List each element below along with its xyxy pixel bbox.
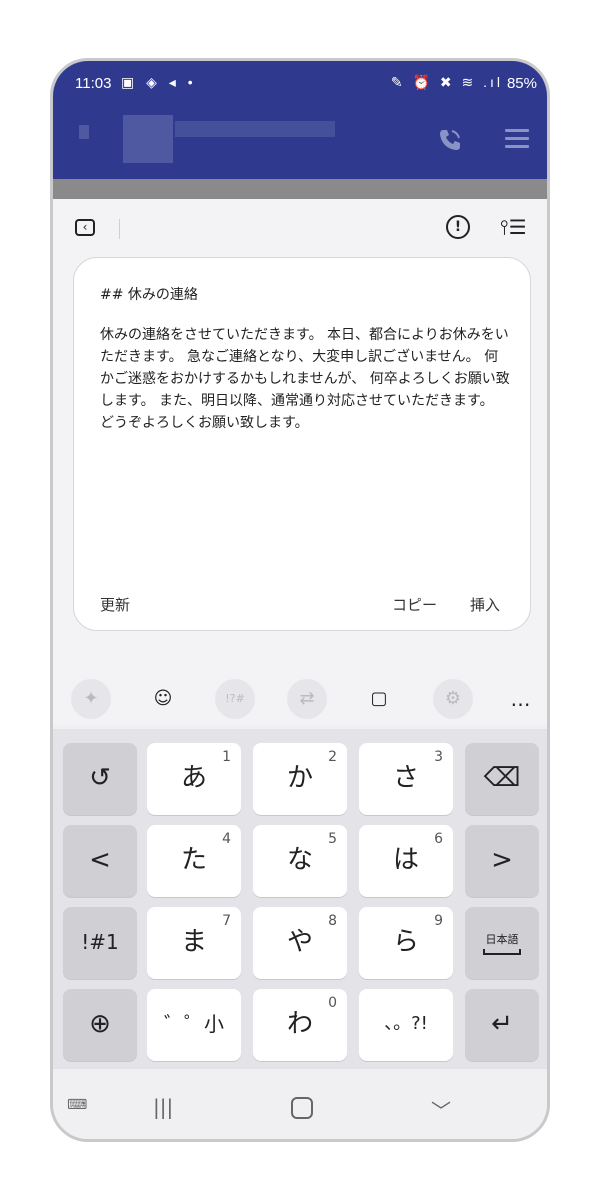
redacted-name <box>175 121 335 137</box>
redacted-name <box>123 115 173 163</box>
more-icon[interactable]: … <box>501 679 541 719</box>
key-ha[interactable]: は6 <box>359 825 453 897</box>
insert-button[interactable]: 挿入 <box>470 594 500 615</box>
keyboard-toolbar: ✦ ☺ !?# ⇄ ▢ ⚙ … <box>53 673 547 725</box>
symbol-panel-icon[interactable]: !?# <box>215 679 255 719</box>
backspace-icon: ⌫ <box>483 763 521 793</box>
key-wa[interactable]: わ0 <box>253 989 347 1061</box>
divider-strip <box>53 179 547 199</box>
symbol-key[interactable]: !#1 <box>63 907 137 979</box>
sort-icon[interactable]: ⫯☰ <box>500 215 527 239</box>
status-bar: 11:03 ▣ ◈ ◂ • ✎ ⏰ ✖ ≋ .ıl 85% <box>53 61 547 107</box>
key-na[interactable]: な5 <box>253 825 347 897</box>
recents-icon[interactable]: ||| <box>153 1095 173 1119</box>
emoji-icon[interactable]: ☺ <box>143 679 183 719</box>
menu-icon[interactable] <box>505 129 529 149</box>
back-chevron-icon[interactable]: ﹀ <box>431 1095 451 1124</box>
key-ta[interactable]: た4 <box>147 825 241 897</box>
undo-icon: ↺ <box>89 763 111 793</box>
phone-screen: 11:03 ▣ ◈ ◂ • ✎ ⏰ ✖ ≋ .ıl 85% ‹ ! ⫯☰ ## … <box>50 58 550 1142</box>
generated-text-card: ## 休みの連絡 休みの連絡をさせていただきます。 本日、都合によりお休みをいた… <box>73 257 531 631</box>
undo-key[interactable]: ↺ <box>63 743 137 815</box>
keyboard: ↺ あ1 か2 さ3 ⌫ < た4 な5 は6 > !#1 ま7 や8 ら9 日… <box>53 729 547 1069</box>
home-icon[interactable] <box>291 1097 313 1119</box>
globe-key[interactable]: ⊕ <box>63 989 137 1061</box>
enter-icon: ↵ <box>491 1009 513 1039</box>
key-ya[interactable]: や8 <box>253 907 347 979</box>
language-space-key[interactable]: 日本語 <box>465 907 539 979</box>
key-sa[interactable]: さ3 <box>359 743 453 815</box>
backspace-key[interactable]: ⌫ <box>465 743 539 815</box>
card-body: 休みの連絡をさせていただきます。 本日、都合によりお休みをいただきます。 急なご… <box>100 327 510 431</box>
translate-icon[interactable]: ⇄ <box>287 679 327 719</box>
enter-key[interactable]: ↵ <box>465 989 539 1061</box>
copy-button[interactable]: コピー <box>392 594 437 615</box>
globe-icon: ⊕ <box>89 1009 111 1039</box>
battery-level: 85% <box>506 75 537 92</box>
settings-icon[interactable]: ⚙ <box>433 679 473 719</box>
back-icon[interactable]: ‹ <box>75 219 95 236</box>
toolbar-divider <box>119 219 120 239</box>
key-ma[interactable]: ま7 <box>147 907 241 979</box>
notification-icons: ▣ ◈ ◂ • <box>121 74 197 90</box>
key-ka[interactable]: か2 <box>253 743 347 815</box>
key-ra[interactable]: ら9 <box>359 907 453 979</box>
ai-sparkle-icon[interactable]: ✦ <box>71 679 111 719</box>
keyboard-hide-icon[interactable]: ⌨ <box>67 1097 87 1113</box>
redacted-name <box>79 125 89 139</box>
status-time: 11:03 <box>75 75 112 92</box>
cursor-right-key[interactable]: > <box>465 825 539 897</box>
ai-writing-panel: ‹ ! ⫯☰ ## 休みの連絡 休みの連絡をさせていただきます。 本日、都合によ… <box>53 199 547 691</box>
call-icon[interactable] <box>435 125 465 155</box>
update-button[interactable]: 更新 <box>100 594 130 615</box>
navigation-bar: ⌨ ||| ﹀ <box>53 1069 547 1139</box>
alert-icon[interactable]: ! <box>446 215 470 239</box>
card-heading: ## 休みの連絡 <box>100 287 198 303</box>
key-dakuten[interactable]: ゛゜小 <box>147 989 241 1061</box>
app-header <box>53 107 547 179</box>
system-icons: ✎ ⏰ ✖ ≋ .ıl <box>390 74 503 90</box>
key-punctuation[interactable]: 、。?! <box>359 989 453 1061</box>
cursor-left-key[interactable]: < <box>63 825 137 897</box>
clipboard-icon[interactable]: ▢ <box>359 679 399 719</box>
panel-toolbar: ‹ ! ⫯☰ <box>53 209 547 249</box>
key-a[interactable]: あ1 <box>147 743 241 815</box>
space-bar-icon <box>483 949 521 955</box>
